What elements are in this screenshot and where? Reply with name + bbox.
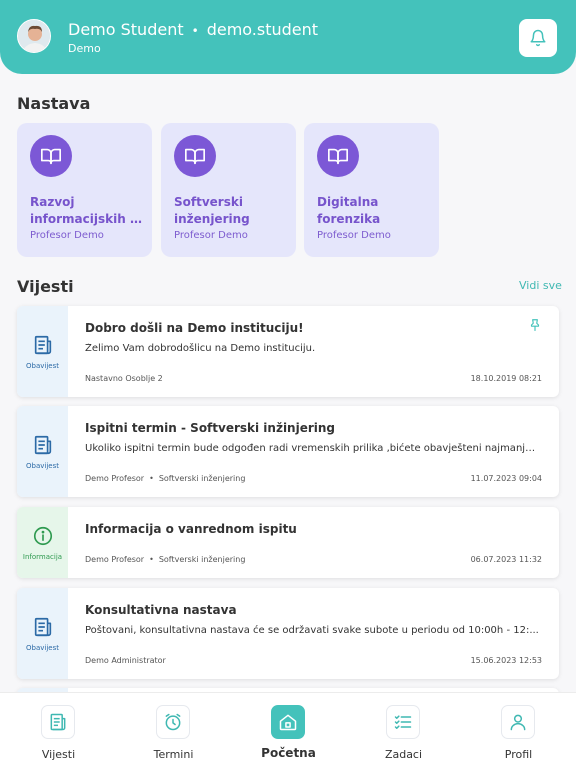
course-name-line: Razvoj [30, 195, 75, 209]
news-meta: Demo Profesor • Softverski inženjering [85, 555, 245, 564]
meta-separator: • [149, 474, 154, 483]
nav-item-termini[interactable]: Termini [116, 693, 231, 768]
news-author: Demo Administrator [85, 656, 166, 665]
news-course: Softverski inženjering [158, 474, 246, 483]
course-name: Softverski inženjering [174, 194, 286, 228]
news-course: Softverski inženjering [158, 555, 246, 564]
course-card[interactable]: Digitalna forenzika Profesor Demo [304, 123, 439, 257]
news-meta: Demo Profesor • Softverski inženjering [85, 474, 245, 483]
news-author: Nastavno Osoblje 2 [85, 374, 163, 383]
nav-item-zadaci[interactable]: Zadaci [346, 693, 461, 768]
home-icon [271, 705, 305, 739]
course-professor: Profesor Demo [174, 230, 248, 241]
nav-item-pocetna[interactable]: Početna [231, 693, 346, 768]
news-body: Ukoliko ispitni termin bude odgođen radi… [85, 443, 540, 454]
nav-item-profil[interactable]: Profil [461, 693, 576, 768]
news-body: Poštovani, konsultativna nastava će se o… [85, 625, 539, 636]
news-date: 06.07.2023 11:32 [470, 555, 542, 564]
bottom-navigation: Vijesti Termini Početna Zadaci Profil [0, 692, 576, 768]
nav-label: Zadaci [384, 748, 423, 761]
app-header: Demo Student • demo.student Demo [0, 0, 576, 74]
news-title: Konsultativna nastava [85, 603, 237, 617]
book-icon [317, 135, 359, 177]
newspaper-icon [34, 435, 51, 454]
news-author: Demo Profesor [85, 555, 145, 564]
news-type-badge: Informacija [17, 507, 68, 578]
user-icon [501, 705, 535, 739]
news-card[interactable]: Obavijest Ispitni termin - Softverski in… [17, 406, 559, 497]
course-professor: Profesor Demo [30, 230, 104, 241]
course-card[interactable]: Razvoj informacijskih s… Profesor Demo [17, 123, 152, 257]
news-type-label: Obavijest [26, 461, 59, 470]
course-card[interactable]: Softverski inženjering Profesor Demo [161, 123, 296, 257]
news-meta: Demo Administrator [85, 656, 166, 665]
username: demo.student [206, 20, 319, 39]
news-type-label: Obavijest [26, 361, 59, 370]
courses-section-title: Nastava [17, 94, 91, 113]
news-title: Dobro došli na Demo instituciju! [85, 321, 304, 335]
news-type-badge: Obavijest [17, 406, 68, 497]
news-date: 11.07.2023 09:04 [470, 474, 542, 483]
notifications-button[interactable] [519, 19, 557, 57]
user-name: Demo Student [68, 20, 184, 39]
news-date: 18.10.2019 08:21 [470, 374, 542, 383]
meta-separator: • [149, 555, 154, 564]
checklist-icon [386, 705, 420, 739]
news-type-label: Informacija [22, 552, 63, 561]
newspaper-icon [34, 335, 51, 354]
book-icon [30, 135, 72, 177]
separator-dot: • [191, 24, 199, 38]
course-name: Digitalna forenzika [317, 194, 429, 228]
alarm-clock-icon [156, 705, 190, 739]
news-meta: Nastavno Osoblje 2 [85, 374, 163, 383]
see-all-link[interactable]: Vidi sve [519, 279, 562, 292]
news-type-label: Obavijest [26, 643, 59, 652]
news-card[interactable]: Obavijest Dobro došli na Demo institucij… [17, 306, 559, 397]
newspaper-icon [34, 617, 51, 636]
news-title: Informacija o vanrednom ispitu [85, 522, 297, 536]
course-name-line: inženjering [174, 212, 250, 226]
info-icon [33, 526, 52, 545]
book-icon [174, 135, 216, 177]
nav-item-vijesti[interactable]: Vijesti [1, 693, 116, 768]
course-name: Razvoj informacijskih s… [30, 194, 142, 228]
avatar[interactable] [17, 19, 51, 53]
nav-label: Vijesti [41, 748, 76, 761]
institution-name: Demo [68, 42, 101, 55]
nav-label: Termini [153, 748, 194, 761]
news-card[interactable]: Obavijest Konsultativna nastava Poštovan… [17, 588, 559, 679]
nav-label: Profil [504, 748, 533, 761]
news-body: Želimo Vam dobrodošlicu na Demo instituc… [85, 343, 316, 354]
course-name-line: Digitalna [317, 195, 379, 209]
news-card[interactable]: Informacija Informacija o vanrednom ispi… [17, 507, 559, 578]
newspaper-icon [41, 705, 75, 739]
news-type-badge: Obavijest [17, 588, 68, 679]
news-author: Demo Profesor [85, 474, 145, 483]
news-title: Ispitni termin - Softverski inžinjering [85, 421, 336, 435]
pin-icon [530, 319, 540, 331]
news-section-title: Vijesti [17, 277, 74, 296]
course-name-line: forenzika [317, 212, 381, 226]
course-name-line: Softverski [174, 195, 243, 209]
user-identity: Demo Student • demo.student [68, 20, 318, 39]
nav-label: Početna [261, 746, 316, 760]
news-type-badge: Obavijest [17, 306, 68, 397]
course-professor: Profesor Demo [317, 230, 391, 241]
course-name-line: informacijskih s… [30, 212, 142, 226]
news-date: 15.06.2023 12:53 [470, 656, 542, 665]
bell-icon [530, 29, 546, 47]
